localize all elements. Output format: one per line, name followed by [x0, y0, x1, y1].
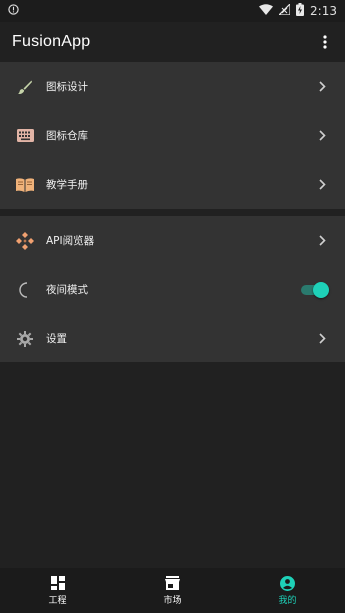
- book-open-icon: [16, 176, 34, 194]
- chevron-right-icon: [319, 80, 329, 94]
- chevron-right-icon: [319, 178, 329, 192]
- battery-charging-icon: [296, 3, 305, 19]
- nav-item-market[interactable]: 市场: [133, 575, 213, 606]
- nav-label: 我的: [278, 596, 297, 606]
- menu-item-label: 图标仓库: [46, 130, 88, 142]
- menu-item-label: 夜间模式: [46, 284, 88, 296]
- menu-section-settings: API阅览器 夜间模式 设置: [0, 216, 345, 362]
- alert-circle-icon: [8, 4, 19, 18]
- brush-icon: [16, 78, 34, 96]
- signal-off-icon: [277, 2, 291, 18]
- nav-item-projects[interactable]: 工程: [18, 575, 98, 606]
- chevron-right-icon: [319, 332, 329, 346]
- bottom-navigation: 工程 市场 我的: [0, 568, 345, 613]
- nav-label: 市场: [163, 596, 182, 606]
- nav-label: 工程: [48, 596, 67, 606]
- menu-item-icon-repository[interactable]: 图标仓库: [0, 111, 345, 160]
- menu-item-icon-design[interactable]: 图标设计: [0, 62, 345, 111]
- menu-item-api-viewer[interactable]: API阅览器: [0, 216, 345, 265]
- status-time: 2:13: [310, 4, 337, 18]
- status-bar: 2:13: [0, 0, 345, 22]
- menu-item-label: 图标设计: [46, 81, 88, 93]
- more-vert-icon[interactable]: [315, 27, 335, 57]
- api-icon: [16, 231, 34, 250]
- nav-item-me[interactable]: 我的: [248, 575, 328, 606]
- app-bar: FusionApp: [0, 22, 345, 62]
- menu-item-label: API阅览器: [46, 235, 95, 247]
- app-title: FusionApp: [12, 33, 91, 50]
- gear-icon: [16, 330, 34, 348]
- menu-item-night-mode[interactable]: 夜间模式: [0, 265, 345, 314]
- menu-item-settings[interactable]: 设置: [0, 314, 345, 363]
- chevron-right-icon: [319, 129, 329, 143]
- chevron-right-icon: [319, 234, 329, 248]
- menu-item-label: 设置: [46, 333, 67, 345]
- night-mode-toggle[interactable]: [301, 281, 329, 298]
- menu-item-label: 教学手册: [46, 179, 88, 191]
- wifi-icon: [259, 4, 274, 18]
- keyboard-icon: [16, 127, 34, 145]
- menu-item-tutorial[interactable]: 教学手册: [0, 160, 345, 209]
- moon-icon: [16, 281, 34, 299]
- toggle-thumb: [313, 281, 329, 298]
- dashboard-icon: [50, 575, 66, 591]
- menu-section-tools: 图标设计 图标仓库 教学手册: [0, 62, 345, 209]
- store-icon: [165, 575, 181, 591]
- account-circle-icon: [280, 575, 296, 591]
